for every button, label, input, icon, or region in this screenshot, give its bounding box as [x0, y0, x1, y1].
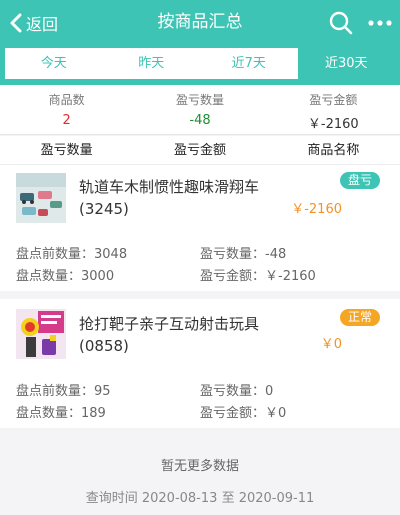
sort-by-diff-amount[interactable]: 盈亏金额 [133, 136, 266, 164]
summary-qty-value: -48 [189, 113, 211, 128]
diff-qty-value: 0 [265, 384, 274, 399]
diff-qty-label: 盈亏数量： [200, 384, 266, 399]
top-bar: 返回 按商品汇总 [0, 0, 400, 45]
date-range-tabs: 今天 昨天 近7天 近30天 [5, 48, 395, 79]
summary-amount-value: ￥-2160 [307, 117, 359, 132]
summary-product-count: 商品数 2 [0, 85, 133, 134]
product-card[interactable]: 抢打靶子亲子互动射击玩具 (0858) 正常 ￥0 盘点前数量：95 盈亏数量：… [0, 299, 400, 428]
diff-amount-label: 盈亏金额： [200, 406, 266, 421]
before-count: 盘点前数量：3048 [16, 243, 127, 262]
diff-qty-label: 盈亏数量： [200, 247, 266, 262]
before-count-label: 盘点前数量： [16, 247, 95, 262]
diff-amount: 盈亏金额：￥-2160 [200, 265, 316, 284]
query-date-from: 2020-08-13 [141, 491, 218, 506]
query-time-label: 查询时间 [85, 491, 138, 506]
summary-count-label: 商品数 [48, 93, 85, 107]
summary-amount-label: 盈亏金额 [309, 93, 358, 107]
counted-qty-value: 3000 [81, 269, 115, 284]
more-dots-icon [368, 20, 392, 26]
diff-amount: 盈亏金额：￥0 [200, 402, 286, 421]
query-date-separator: 至 [221, 491, 235, 506]
diff-qty: 盈亏数量：0 [200, 380, 273, 399]
sort-by-diff-qty[interactable]: 盈亏数量 [0, 136, 133, 164]
tab-yesterday[interactable]: 昨天 [103, 48, 201, 79]
before-count-label: 盘点前数量： [16, 384, 95, 399]
before-count-value: 95 [94, 384, 111, 399]
sort-header: 盈亏数量 盈亏金额 商品名称 [0, 136, 400, 165]
diff-amount-label: 盈亏金额： [200, 269, 266, 284]
before-count: 盘点前数量：95 [16, 380, 111, 399]
summary-diff-amount: 盈亏金额 ￥-2160 [267, 85, 400, 134]
no-more-data-text: 暂无更多数据 [160, 459, 239, 474]
diff-amount-value: ￥0 [265, 406, 287, 421]
product-thumbnail [16, 309, 66, 359]
counted-qty: 盘点数量：3000 [16, 265, 114, 284]
counted-qty-label: 盘点数量： [16, 406, 82, 421]
query-time-range: 查询时间 2020-08-13 至 2020-09-11 [0, 487, 400, 506]
product-thumbnail [16, 173, 66, 223]
before-count-value: 3048 [94, 247, 128, 262]
product-diff-amount: ￥-2160 [291, 202, 342, 217]
diff-qty: 盈亏数量：-48 [200, 243, 286, 262]
product-card[interactable]: 轨道车木制惯性趣味滑翔车 (3245) 盘亏 ￥-2160 盘点前数量：3048… [0, 165, 400, 291]
list-footer: 暂无更多数据 查询时间 2020-08-13 至 2020-09-11 [0, 437, 400, 515]
diff-qty-value: -48 [265, 247, 287, 262]
search-icon [329, 11, 353, 35]
product-title: 轨道车木制惯性趣味滑翔车 [79, 178, 260, 196]
more-button[interactable] [366, 9, 394, 37]
summary-panel: 商品数 2 盈亏数量 -48 盈亏金额 ￥-2160 [0, 85, 400, 135]
tab-last-7-days[interactable]: 近7天 [200, 48, 298, 79]
product-diff-amount: ￥0 [320, 337, 342, 352]
summary-diff-qty: 盈亏数量 -48 [133, 85, 266, 134]
query-date-to: 2020-09-11 [238, 491, 315, 506]
date-range-bar: 今天 昨天 近7天 近30天 [0, 45, 400, 85]
counted-qty-value: 189 [81, 406, 106, 421]
sort-by-product-name[interactable]: 商品名称 [267, 136, 400, 164]
search-button[interactable] [327, 9, 355, 37]
summary-count-value: 2 [62, 113, 71, 128]
summary-qty-label: 盈亏数量 [175, 93, 224, 107]
product-name: 抢打靶子亲子互动射击玩具 (0858) [79, 313, 339, 357]
product-code: (0858) [79, 337, 129, 355]
status-badge: 正常 [339, 309, 380, 326]
diff-amount-value: ￥-2160 [265, 269, 316, 284]
product-title: 抢打靶子亲子互动射击玩具 [79, 315, 260, 333]
counted-qty-label: 盘点数量： [16, 269, 82, 284]
status-badge: 盘亏 [339, 172, 380, 189]
tab-today[interactable]: 今天 [5, 48, 103, 79]
counted-qty: 盘点数量：189 [16, 402, 106, 421]
tab-last-30-days[interactable]: 近30天 [297, 48, 395, 79]
